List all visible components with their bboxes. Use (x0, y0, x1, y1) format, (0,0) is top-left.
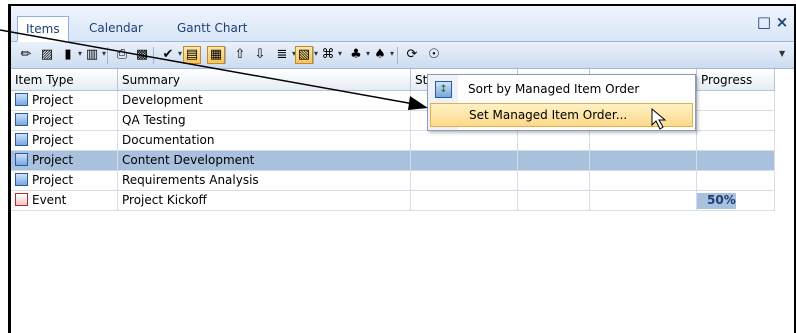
paste-icon[interactable]: ▦ (207, 46, 225, 64)
chevron-down-icon[interactable]: ▾ (390, 49, 394, 58)
column-header-summary[interactable]: Summary (118, 69, 411, 91)
filter-icon[interactable]: ▤ (183, 46, 201, 64)
cell-empty[interactable] (411, 151, 518, 171)
find-icon[interactable]: ☉ (425, 46, 443, 64)
project-icon (15, 113, 28, 126)
cell-progress[interactable] (697, 91, 775, 111)
cell-empty[interactable] (590, 151, 697, 171)
cell-progress[interactable]: 50% (697, 191, 775, 211)
edit-page-icon[interactable]: ▨ (38, 46, 56, 64)
toolbar-separator (397, 47, 398, 64)
table-row[interactable]: Project Content Development (11, 151, 775, 171)
project-icon (15, 93, 28, 106)
item-type-label: Event (32, 193, 67, 207)
cell-progress[interactable] (697, 111, 775, 131)
move-down-icon[interactable]: ⇩ (251, 46, 269, 64)
table-row[interactable]: Project Requirements Analysis (11, 171, 775, 191)
item-type-label: Project (32, 93, 74, 107)
close-icon[interactable]: × (774, 14, 790, 30)
toolbar-separator (153, 47, 154, 64)
cell-progress[interactable] (697, 151, 775, 171)
tab-items[interactable]: Items (17, 16, 69, 42)
column-header-progress[interactable]: Progress (697, 69, 775, 91)
sort-icon[interactable]: ≣ (273, 46, 291, 64)
cell-empty[interactable] (518, 191, 590, 211)
tab-bar: Items Calendar Gantt Chart □ × (11, 6, 794, 42)
cell-empty[interactable] (590, 191, 697, 211)
chevron-down-icon[interactable]: ▾ (366, 49, 370, 58)
remove-resource-icon[interactable]: ♠ (371, 46, 389, 64)
progress-value: 50% (707, 193, 736, 207)
checkmark-icon[interactable]: ✔ (159, 46, 177, 64)
cell-summary[interactable]: Content Development (118, 151, 411, 171)
chevron-down-icon[interactable]: ▾ (338, 49, 342, 58)
cell-empty[interactable] (411, 171, 518, 191)
column-header-item-type[interactable]: Item Type (11, 69, 118, 91)
cell-empty[interactable] (590, 171, 697, 191)
cell-item-type[interactable]: Project (11, 171, 118, 191)
item-type-label: Project (32, 113, 74, 127)
cell-item-type[interactable]: Project (11, 151, 118, 171)
menu-item-label: Set Managed Item Order... (469, 108, 628, 122)
cell-summary[interactable]: Requirements Analysis (118, 171, 411, 191)
tab-gantt-chart[interactable]: Gantt Chart (169, 16, 255, 42)
toolbar-separator (313, 47, 314, 64)
cell-empty[interactable] (411, 191, 518, 211)
toolbar-separator (107, 47, 108, 64)
move-up-icon[interactable]: ⇧ (231, 46, 249, 64)
restore-icon[interactable]: □ (756, 14, 772, 30)
cell-empty[interactable] (518, 131, 590, 151)
print-icon[interactable]: ⎙ (113, 46, 131, 64)
new-item-icon[interactable]: ▥ (83, 46, 101, 64)
cell-progress[interactable] (697, 171, 775, 191)
cell-summary[interactable]: Development (118, 91, 411, 111)
toolbar-overflow-icon[interactable]: ▼ (779, 49, 785, 58)
items-panel: Items Calendar Gantt Chart □ × ✏ ▨ ▮ ▾ ▥ ▾ ⎙ ▩ ✔… (8, 4, 796, 333)
cell-empty[interactable] (411, 131, 518, 151)
project-icon (15, 153, 28, 166)
cell-summary[interactable]: Documentation (118, 131, 411, 151)
cell-item-type[interactable]: Event (11, 191, 118, 211)
table-row[interactable]: Event Project Kickoff 50% (11, 191, 775, 211)
mouse-cursor-icon (651, 108, 667, 130)
table-row[interactable]: Project Documentation (11, 131, 775, 151)
managed-order-icon[interactable]: ▧ (295, 46, 313, 64)
cell-item-type[interactable]: Project (11, 91, 118, 111)
cell-progress[interactable] (697, 131, 775, 151)
cell-empty[interactable] (590, 131, 697, 151)
cell-item-type[interactable]: Project (11, 111, 118, 131)
project-icon (15, 173, 28, 186)
add-resource-icon[interactable]: ♣ (347, 46, 365, 64)
cell-summary[interactable]: Project Kickoff (118, 191, 411, 211)
menu-item-label: Sort by Managed Item Order (468, 82, 640, 96)
chevron-down-icon[interactable]: ▾ (102, 49, 106, 58)
chevron-down-icon[interactable]: ▾ (314, 49, 318, 58)
item-type-label: Project (32, 173, 74, 187)
link-icon[interactable]: ⌘ (319, 46, 337, 64)
folder-icon[interactable]: ▮ (59, 46, 77, 64)
cell-empty[interactable] (518, 151, 590, 171)
pencil-icon[interactable]: ✏ (17, 46, 35, 64)
project-icon (15, 133, 28, 146)
chevron-down-icon[interactable]: ▾ (178, 49, 182, 58)
toolbar-separator (225, 47, 226, 64)
event-icon (15, 193, 28, 206)
toolbar: ✏ ▨ ▮ ▾ ▥ ▾ ⎙ ▩ ✔ ▾ ▤ ▦ ⇧ ⇩ ≣ ▾ ▧ ▾ ⌘ ▾ ♣ ▾ ♠ ▾ ⟳ ☉ ▼ (11, 42, 794, 69)
managed-order-icon: ↕ (435, 81, 452, 98)
menu-item-sort-by-managed-order[interactable]: ↕ Sort by Managed Item Order (430, 78, 693, 102)
chevron-down-icon[interactable]: ▾ (78, 49, 82, 58)
refresh-icon[interactable]: ⟳ (403, 46, 421, 64)
cell-empty[interactable] (518, 171, 590, 191)
delete-icon[interactable]: ▩ (133, 46, 151, 64)
tab-calendar[interactable]: Calendar (81, 16, 151, 42)
cell-item-type[interactable]: Project (11, 131, 118, 151)
cell-summary[interactable]: QA Testing (118, 111, 411, 131)
item-type-label: Project (32, 153, 74, 167)
item-type-label: Project (32, 133, 74, 147)
